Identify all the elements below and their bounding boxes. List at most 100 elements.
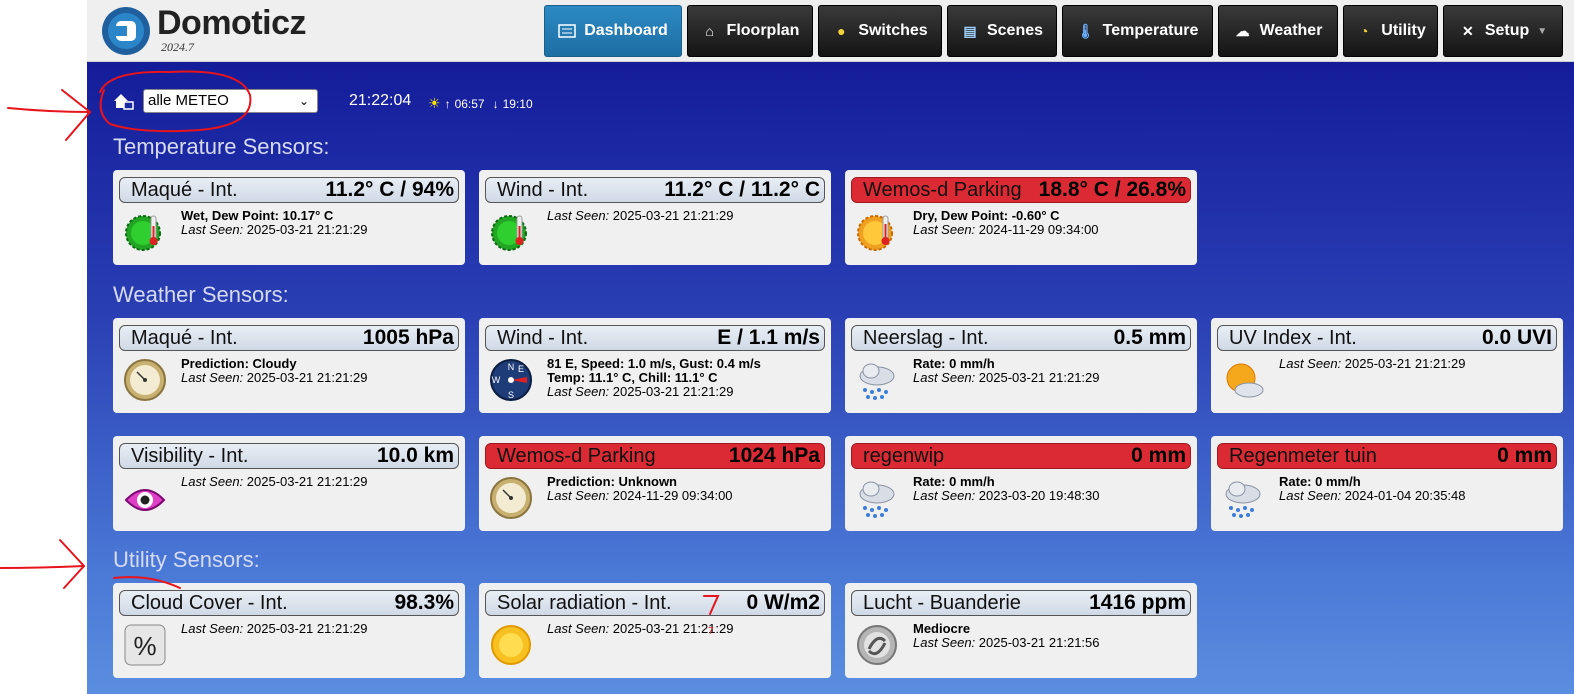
visibility-eye-icon[interactable] (123, 476, 167, 520)
device-card[interactable]: Regenmeter tuin 0 mm Rate: 0 mm/h Last S… (1211, 436, 1563, 531)
last-seen-label: Last Seen: (547, 621, 610, 636)
wind-compass-icon[interactable]: N S W E (489, 358, 533, 402)
nav-temperature[interactable]: 🌡 Temperature (1062, 5, 1213, 57)
device-titlebar: Maqué - Int. 1005 hPa (119, 325, 459, 351)
temperature-icon[interactable] (489, 210, 533, 254)
barometer-icon[interactable] (489, 476, 533, 520)
dashboard-icon (558, 22, 576, 40)
device-info: 81 E, Speed: 1.0 m/s, Gust: 0.4 m/s Temp… (547, 357, 761, 399)
device-info: Last Seen: 2025-03-21 21:21:29 (547, 622, 734, 636)
last-seen-value: 2025-03-21 21:21:29 (246, 474, 368, 489)
device-name: Solar radiation - Int. (497, 591, 672, 614)
last-seen-value: 2025-03-21 21:21:29 (246, 222, 368, 237)
device-value: 0 mm (1131, 444, 1186, 467)
location-select-value: alle METEO (148, 92, 229, 109)
device-info: Last Seen: 2025-03-21 21:21:29 (547, 209, 734, 223)
rain-cloud-icon[interactable] (855, 358, 899, 402)
barometer-icon[interactable] (123, 358, 167, 402)
last-seen-label: Last Seen: (913, 488, 976, 503)
section-title-weather: Weather Sensors: (113, 282, 289, 307)
device-value: 98.3% (394, 591, 454, 614)
last-seen-value: 2024-01-04 20:35:48 (1344, 488, 1466, 503)
device-name: regenwip (863, 444, 945, 467)
device-card[interactable]: Cloud Cover - Int. 98.3% % Last Seen: 20… (113, 583, 465, 678)
device-titlebar: Wind - Int. E / 1.1 m/s (485, 325, 825, 351)
clapper-icon: ▤ (963, 22, 977, 39)
last-seen-value: 2025-03-21 21:21:29 (1344, 356, 1466, 371)
sun-times: ☀ ↑ 06:57 ↓ 19:10 (428, 95, 533, 112)
air-quality-icon[interactable] (855, 623, 899, 667)
last-seen-value: 2025-03-21 21:21:29 (612, 621, 734, 636)
nav-scenes[interactable]: ▤ Scenes (947, 5, 1057, 57)
percentage-icon[interactable]: % (123, 623, 167, 667)
nav-dashboard-label: Dashboard (584, 22, 668, 39)
solar-radiation-icon[interactable] (489, 623, 533, 667)
device-card[interactable]: regenwip 0 mm Rate: 0 mm/h Last Seen: 20… (845, 436, 1197, 531)
device-name: Regenmeter tuin (1229, 444, 1377, 467)
device-titlebar: Neerslag - Int. 0.5 mm (851, 325, 1191, 351)
device-card[interactable]: Solar radiation - Int. 0 W/m2 Last Seen:… (479, 583, 831, 678)
last-seen-value: 2025-03-21 21:21:29 (612, 384, 734, 399)
device-info: Last Seen: 2025-03-21 21:21:29 (1279, 357, 1466, 371)
device-card[interactable]: Maqué - Int. 1005 hPa Prediction: Cloudy… (113, 318, 465, 413)
device-name: Wemos-d Parking (863, 178, 1022, 201)
device-card[interactable]: Visibility - Int. 10.0 km Last Seen: 202… (113, 436, 465, 531)
device-titlebar: Lucht - Buanderie 1416 ppm (851, 590, 1191, 616)
last-seen-label: Last Seen: (547, 384, 610, 399)
device-card[interactable]: UV Index - Int. 0.0 UVI Last Seen: 2025-… (1211, 318, 1563, 413)
device-status: Mediocre (913, 621, 971, 636)
device-info: Prediction: Cloudy Last Seen: 2025-03-21… (181, 357, 368, 385)
uv-sun-icon[interactable] (1221, 358, 1265, 402)
last-seen-label: Last Seen: (1279, 356, 1342, 371)
section-title-temperature: Temperature Sensors: (113, 134, 330, 159)
nav-weather[interactable]: ☁ Weather (1218, 5, 1338, 57)
location-house-icon (114, 94, 134, 110)
device-name: Wemos-d Parking (497, 444, 656, 467)
nav-setup[interactable]: ✕ Setup ▼ (1443, 5, 1563, 57)
nav-dashboard[interactable]: Dashboard (544, 5, 682, 57)
device-wind-detail: 81 E, Speed: 1.0 m/s, Gust: 0.4 m/s (547, 356, 761, 371)
device-card[interactable]: Wind - Int. E / 1.1 m/s N S W E 81 E, Sp… (479, 318, 831, 413)
temp-humidity-icon[interactable] (123, 210, 167, 254)
sunset-arrow-icon: ↓ (492, 96, 499, 111)
device-titlebar: regenwip 0 mm (851, 443, 1191, 469)
nav-utility[interactable]: ◔ Utility (1343, 5, 1438, 57)
device-name: Neerslag - Int. (863, 326, 989, 349)
rain-cloud-icon[interactable] (1221, 476, 1265, 520)
last-seen-value: 2025-03-21 21:21:29 (246, 621, 368, 636)
device-titlebar: Solar radiation - Int. 0 W/m2 (485, 590, 825, 616)
nav-floorplan[interactable]: ⌂ Floorplan (687, 5, 813, 57)
domoticz-logo-icon[interactable] (101, 6, 151, 56)
device-status: Rate: 0 mm/h (1279, 474, 1361, 489)
device-titlebar: Wind - Int. 11.2° C / 11.2° C (485, 177, 825, 203)
device-info: Last Seen: 2025-03-21 21:21:29 (181, 622, 368, 636)
rain-cloud-icon[interactable] (855, 476, 899, 520)
brand-name: Domoticz (157, 4, 307, 42)
device-card[interactable]: Maqué - Int. 11.2° C / 94% Wet, Dew Poin… (113, 170, 465, 265)
location-select[interactable]: alle METEO ⌄ (143, 89, 318, 113)
device-value: 1416 ppm (1089, 591, 1186, 614)
temp-humidity-warm-icon[interactable] (855, 210, 899, 254)
gauge-icon: ◔ (1360, 23, 1369, 39)
device-card[interactable]: Wemos-d Parking 1024 hPa Prediction: Unk… (479, 436, 831, 531)
device-value: 0 mm (1497, 444, 1552, 467)
compass-south-label: S (508, 390, 514, 400)
device-card[interactable]: Neerslag - Int. 0.5 mm Rate: 0 mm/h Last… (845, 318, 1197, 413)
compass-west-label: W (492, 375, 501, 385)
device-card[interactable]: Lucht - Buanderie 1416 ppm Mediocre Last… (845, 583, 1197, 678)
compass-north-label: N (508, 362, 515, 372)
version-label: 2024.7 (161, 40, 194, 54)
nav-floorplan-label: Floorplan (726, 22, 800, 39)
device-card[interactable]: Wemos-d Parking 18.8° C / 26.8% Dry, Dew… (845, 170, 1197, 265)
device-titlebar: Wemos-d Parking 18.8° C / 26.8% (851, 177, 1191, 203)
device-info: Rate: 0 mm/h Last Seen: 2023-03-20 19:48… (913, 475, 1100, 503)
device-card[interactable]: Wind - Int. 11.2° C / 11.2° C Last Seen:… (479, 170, 831, 265)
device-name: Lucht - Buanderie (863, 591, 1021, 614)
nav-switches[interactable]: ● Switches (818, 5, 942, 57)
last-seen-label: Last Seen: (1279, 488, 1342, 503)
chevron-down-icon: ⌄ (298, 94, 309, 108)
nav-scenes-label: Scenes (986, 22, 1044, 39)
last-seen-label: Last Seen: (913, 635, 976, 650)
device-temp-detail: Temp: 11.1° C, Chill: 11.1° C (547, 370, 718, 385)
device-titlebar: Visibility - Int. 10.0 km (119, 443, 459, 469)
